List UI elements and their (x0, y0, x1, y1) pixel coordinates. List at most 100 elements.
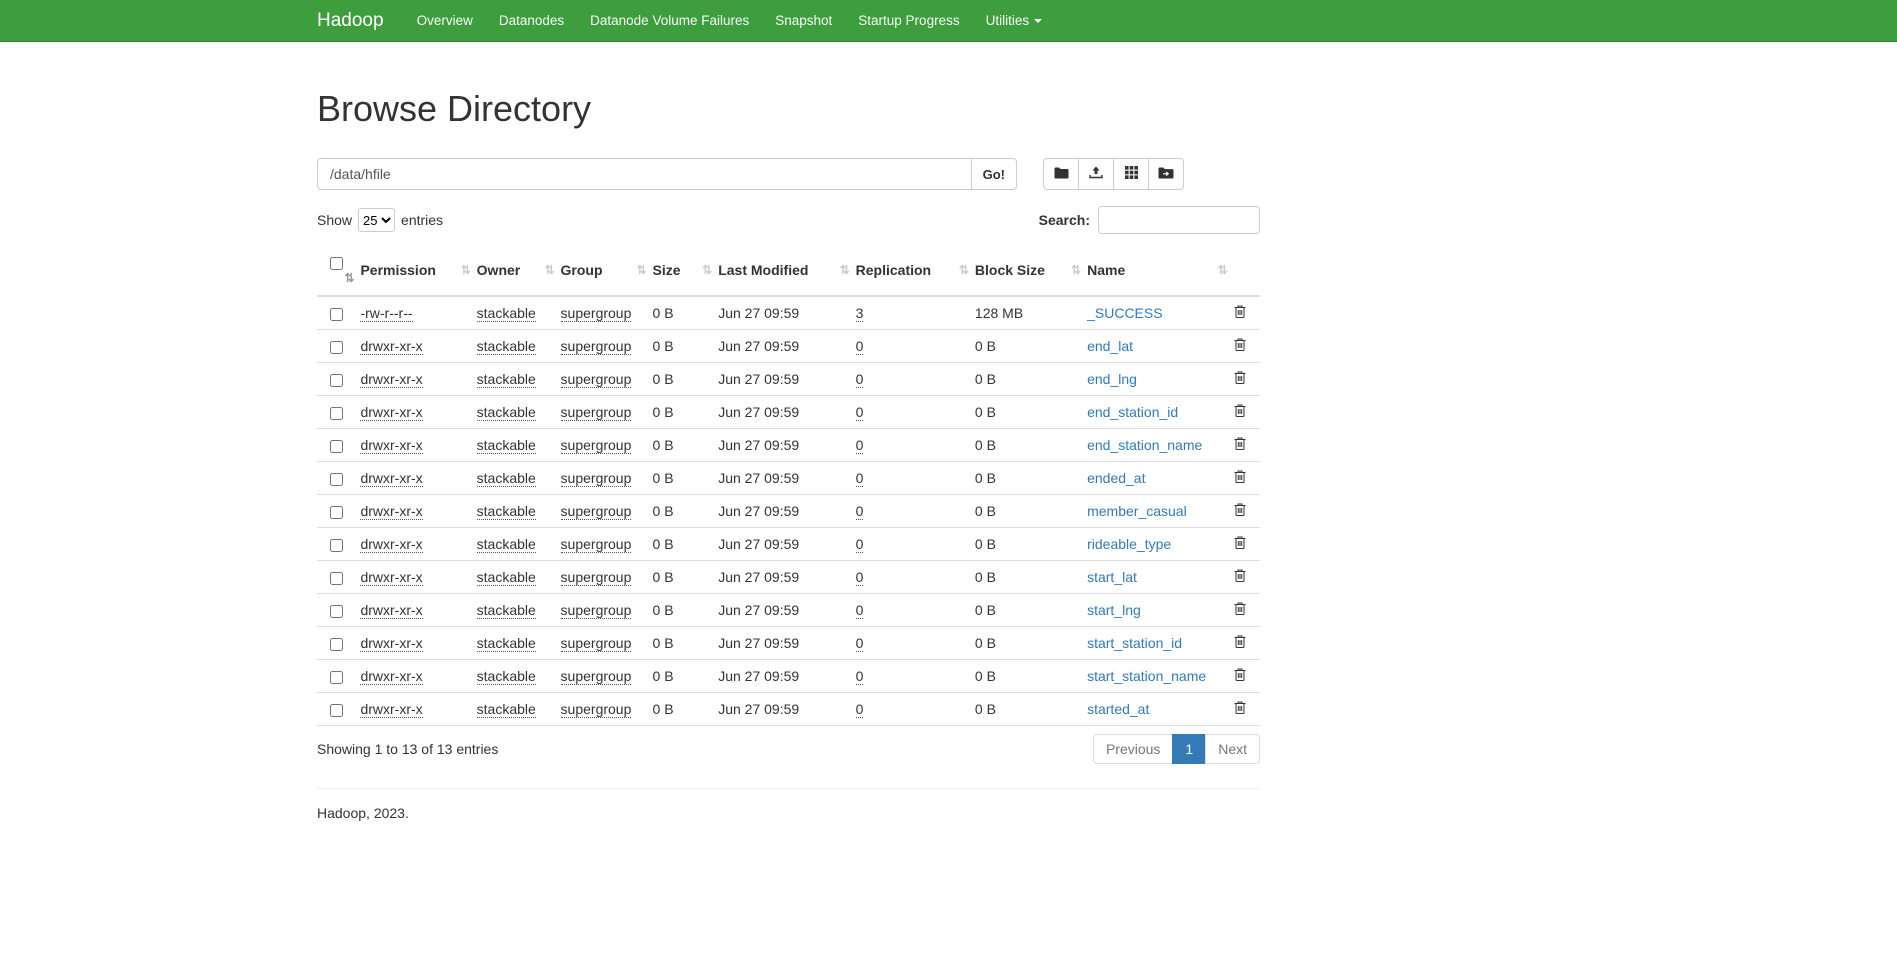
column-header-owner[interactable]: Owner ⇅ (477, 246, 561, 296)
permission-value[interactable]: drwxr-xr-x (360, 536, 422, 553)
owner-value[interactable]: stackable (477, 437, 536, 454)
group-value[interactable]: supergroup (561, 602, 632, 619)
column-header-group[interactable]: Group ⇅ (561, 246, 653, 296)
row-checkbox[interactable] (330, 407, 343, 420)
file-name-link[interactable]: start_lng (1087, 602, 1141, 618)
trash-icon[interactable] (1234, 602, 1246, 615)
replication-value[interactable]: 0 (856, 668, 864, 685)
replication-value[interactable]: 0 (856, 701, 864, 718)
permission-value[interactable]: drwxr-xr-x (360, 437, 422, 454)
nav-item-overview[interactable]: Overview (404, 0, 486, 41)
permission-value[interactable]: drwxr-xr-x (360, 470, 422, 487)
file-name-link[interactable]: end_lng (1087, 371, 1137, 387)
search-input[interactable] (1098, 206, 1260, 234)
file-name-link[interactable]: _SUCCESS (1087, 305, 1162, 321)
replication-value[interactable]: 3 (856, 305, 864, 322)
nav-item-startup-progress[interactable]: Startup Progress (845, 0, 972, 41)
trash-icon[interactable] (1234, 569, 1246, 582)
trash-icon[interactable] (1234, 371, 1246, 384)
trash-icon[interactable] (1234, 470, 1246, 483)
replication-value[interactable]: 0 (856, 371, 864, 388)
owner-value[interactable]: stackable (477, 602, 536, 619)
column-header-permission[interactable]: Permission ⇅ (360, 246, 476, 296)
trash-icon[interactable] (1234, 437, 1246, 450)
trash-icon[interactable] (1234, 536, 1246, 549)
permission-value[interactable]: drwxr-xr-x (360, 404, 422, 421)
permission-value[interactable]: drwxr-xr-x (360, 602, 422, 619)
column-header-block-size[interactable]: Block Size ⇅ (975, 246, 1087, 296)
replication-value[interactable]: 0 (856, 602, 864, 619)
nav-item-utilities-dropdown[interactable]: Utilities (973, 0, 1056, 41)
trash-icon[interactable] (1234, 701, 1246, 714)
column-header-size[interactable]: Size ⇅ (653, 246, 719, 296)
owner-value[interactable]: stackable (477, 470, 536, 487)
replication-value[interactable]: 0 (856, 404, 864, 421)
cut-selection-button[interactable] (1113, 158, 1149, 190)
file-name-link[interactable]: member_casual (1087, 503, 1187, 519)
select-all-checkbox[interactable] (330, 257, 343, 270)
brand-hadoop[interactable]: Hadoop (317, 10, 384, 32)
trash-icon[interactable] (1234, 338, 1246, 351)
permission-value[interactable]: drwxr-xr-x (360, 371, 422, 388)
row-checkbox[interactable] (330, 671, 343, 684)
replication-value[interactable]: 0 (856, 536, 864, 553)
file-name-link[interactable]: end_lat (1087, 338, 1133, 354)
trash-icon[interactable] (1234, 305, 1246, 318)
file-name-link[interactable]: end_station_name (1087, 437, 1202, 453)
go-button[interactable]: Go! (971, 158, 1017, 190)
column-header-name[interactable]: Name ⇅ (1087, 246, 1234, 296)
group-value[interactable]: supergroup (561, 701, 632, 718)
column-header-replication[interactable]: Replication ⇅ (856, 246, 975, 296)
owner-value[interactable]: stackable (477, 305, 536, 322)
row-checkbox[interactable] (330, 506, 343, 519)
pagination-next[interactable]: Next (1205, 734, 1260, 764)
group-value[interactable]: supergroup (561, 371, 632, 388)
row-checkbox[interactable] (330, 605, 343, 618)
file-name-link[interactable]: rideable_type (1087, 536, 1171, 552)
replication-value[interactable]: 0 (856, 635, 864, 652)
owner-value[interactable]: stackable (477, 635, 536, 652)
row-checkbox[interactable] (330, 308, 343, 321)
group-value[interactable]: supergroup (561, 338, 632, 355)
row-checkbox[interactable] (330, 341, 343, 354)
group-value[interactable]: supergroup (561, 569, 632, 586)
owner-value[interactable]: stackable (477, 569, 536, 586)
trash-icon[interactable] (1234, 668, 1246, 681)
group-value[interactable]: supergroup (561, 536, 632, 553)
create-directory-button[interactable] (1043, 158, 1079, 190)
owner-value[interactable]: stackable (477, 668, 536, 685)
owner-value[interactable]: stackable (477, 701, 536, 718)
column-header-select[interactable]: ⇅ (317, 246, 360, 296)
replication-value[interactable]: 0 (856, 470, 864, 487)
trash-icon[interactable] (1234, 635, 1246, 648)
file-name-link[interactable]: start_station_id (1087, 635, 1182, 651)
group-value[interactable]: supergroup (561, 668, 632, 685)
owner-value[interactable]: stackable (477, 536, 536, 553)
trash-icon[interactable] (1234, 404, 1246, 417)
permission-value[interactable]: drwxr-xr-x (360, 338, 422, 355)
row-checkbox[interactable] (330, 572, 343, 585)
column-header-last-modified[interactable]: Last Modified ⇅ (718, 246, 855, 296)
row-checkbox[interactable] (330, 539, 343, 552)
replication-value[interactable]: 0 (856, 503, 864, 520)
replication-value[interactable]: 0 (856, 437, 864, 454)
owner-value[interactable]: stackable (477, 338, 536, 355)
permission-value[interactable]: drwxr-xr-x (360, 569, 422, 586)
group-value[interactable]: supergroup (561, 503, 632, 520)
file-name-link[interactable]: start_lat (1087, 569, 1137, 585)
nav-item-datanodes[interactable]: Datanodes (486, 0, 577, 41)
replication-value[interactable]: 0 (856, 569, 864, 586)
pagination-previous[interactable]: Previous (1093, 734, 1173, 764)
nav-item-snapshot[interactable]: Snapshot (762, 0, 845, 41)
group-value[interactable]: supergroup (561, 470, 632, 487)
row-checkbox[interactable] (330, 473, 343, 486)
owner-value[interactable]: stackable (477, 404, 536, 421)
page-size-select[interactable]: 25 (358, 208, 395, 232)
file-name-link[interactable]: ended_at (1087, 470, 1145, 486)
owner-value[interactable]: stackable (477, 503, 536, 520)
row-checkbox[interactable] (330, 638, 343, 651)
owner-value[interactable]: stackable (477, 371, 536, 388)
group-value[interactable]: supergroup (561, 635, 632, 652)
paste-selection-button[interactable] (1148, 158, 1184, 190)
permission-value[interactable]: drwxr-xr-x (360, 503, 422, 520)
